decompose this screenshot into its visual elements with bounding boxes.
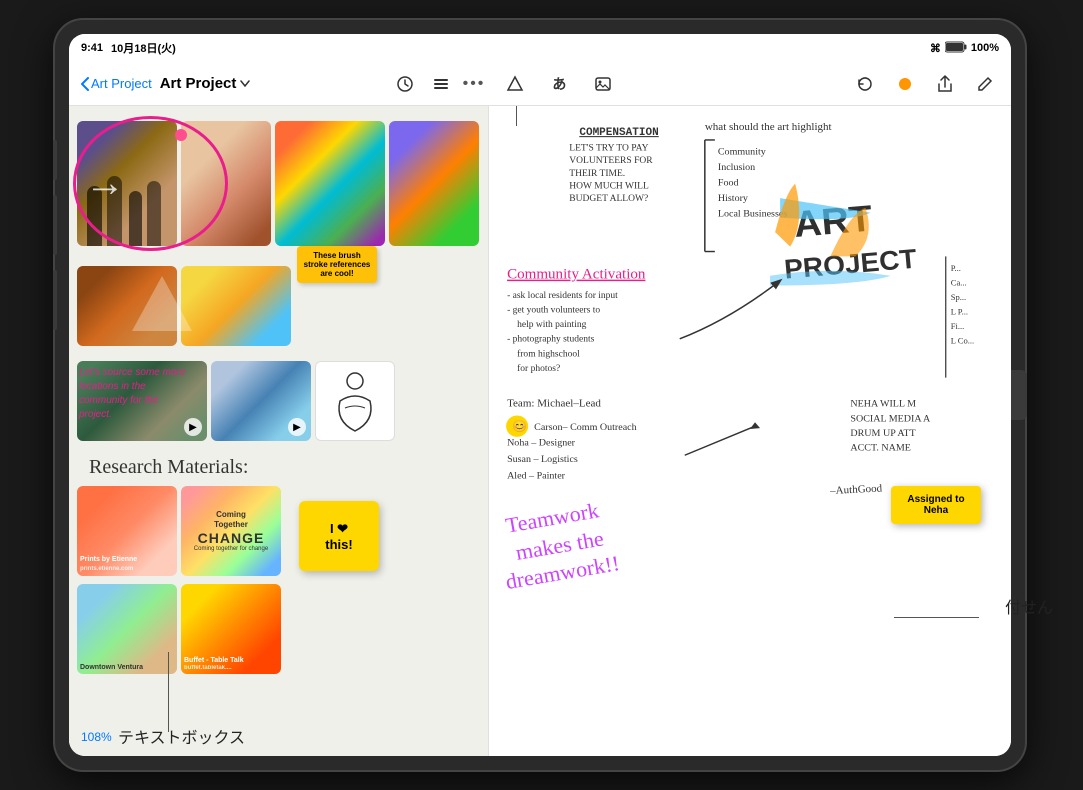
sticky-assigned: Assigned toNeha: [891, 486, 981, 524]
undo-icon[interactable]: [851, 70, 879, 98]
svg-text:😊: 😊: [512, 419, 527, 433]
ipad-screen: 9:41 10月18日(火) ⌘ 100% A: [69, 34, 1011, 756]
status-time: 9:41: [81, 42, 103, 54]
status-right: ⌘ 100%: [930, 41, 999, 56]
annotation-line-textbox: [168, 652, 169, 732]
svg-text:DRUM UP ATT: DRUM UP ATT: [850, 428, 915, 439]
img-geometric: [181, 266, 291, 346]
img-map: Downtown Ventura: [77, 584, 177, 674]
toolbar-center: ••• あ: [463, 70, 618, 98]
research-materials-label: Research Materials:: [89, 456, 248, 479]
status-date: 10月18日(火): [111, 40, 176, 56]
svg-text:Food: Food: [718, 178, 739, 189]
svg-text:Local Businesses: Local Businesses: [718, 209, 788, 220]
battery-percent: 100%: [971, 42, 999, 54]
annotation-sticky: 付せん: [1005, 594, 1053, 618]
svg-text:Community Activation: Community Activation: [507, 267, 646, 283]
svg-text:help with painting: help with painting: [517, 320, 587, 330]
svg-text:History: History: [718, 193, 748, 204]
home-button[interactable]: [1011, 370, 1027, 420]
svg-text:Community: Community: [718, 147, 766, 158]
img-sketch: [315, 361, 395, 441]
color-icon[interactable]: [891, 70, 919, 98]
text-icon[interactable]: あ: [545, 70, 573, 98]
svg-text:P...: P...: [951, 264, 961, 273]
svg-text:ART: ART: [792, 197, 874, 245]
svg-text:Susan – Logistics: Susan – Logistics: [507, 454, 578, 465]
svg-text:Ca...: Ca...: [951, 279, 967, 288]
svg-text:Team: Michael–Lead: Team: Michael–Lead: [507, 398, 601, 410]
annotation-textbox: テキストボックス: [118, 724, 245, 748]
canvas-area[interactable]: → These brush stroke references are cool: [69, 106, 1011, 756]
right-panel[interactable]: COMPENSATION LET'S TRY TO PAY VOLUNTEERS…: [489, 106, 1011, 756]
image-icon[interactable]: [589, 70, 617, 98]
svg-text:Noha – Designer: Noha – Designer: [507, 438, 576, 449]
svg-text:L P...: L P...: [951, 308, 968, 317]
svg-text:VOLUNTEERS FOR: VOLUNTEERS FOR: [569, 156, 653, 166]
annotation-icon[interactable]: [391, 70, 419, 98]
svg-text:NEHA WILL M: NEHA WILL M: [850, 399, 916, 410]
zoom-indicator: 108%: [81, 730, 112, 744]
svg-text:- photography students: - photography students: [507, 335, 595, 345]
red-annotation-text: Let's source some more locations in the …: [79, 366, 189, 422]
svg-text:–AuthGood: –AuthGood: [829, 483, 883, 497]
svg-text:SOCIAL MEDIA A: SOCIAL MEDIA A: [850, 413, 931, 424]
sticky-brush-references: These brush stroke references are cool!: [297, 246, 377, 283]
svg-text:Aled – Painter: Aled – Painter: [507, 471, 566, 482]
svg-text:dreamwork!!: dreamwork!!: [504, 551, 622, 594]
svg-text:Fi...: Fi...: [951, 322, 965, 331]
wifi-icon: ⌘: [930, 42, 941, 55]
annotation-line-sticky: [894, 617, 979, 618]
status-bar: 9:41 10月18日(火) ⌘ 100%: [69, 34, 1011, 62]
svg-text:Sp...: Sp...: [951, 293, 966, 302]
img-prints: Prints by Etienneprints.etienne.com: [77, 486, 177, 576]
status-left: 9:41 10月18日(火): [81, 40, 176, 56]
side-button-volume-up[interactable]: [53, 195, 57, 255]
left-panel: → These brush stroke references are cool: [69, 106, 489, 756]
img-architecture: ▶: [211, 361, 311, 441]
shapes-icon[interactable]: [501, 70, 529, 98]
svg-text:Teamwork: Teamwork: [504, 499, 601, 538]
toolbar-right: [625, 70, 999, 98]
svg-text:HOW MUCH WILL: HOW MUCH WILL: [569, 182, 649, 192]
svg-text:COMPENSATION: COMPENSATION: [579, 127, 658, 139]
svg-text:- ask local residents for inpu: - ask local residents for input: [507, 290, 618, 301]
svg-text:L Co...: L Co...: [951, 337, 974, 346]
share-icon[interactable]: [931, 70, 959, 98]
toolbar-left: Art Project Art Project: [81, 70, 455, 98]
ipad-frame: 9:41 10月18日(火) ⌘ 100% A: [55, 20, 1025, 770]
toolbar: Art Project Art Project •••: [69, 62, 1011, 106]
svg-text:LET'S TRY TO PAY: LET'S TRY TO PAY: [569, 144, 648, 154]
svg-text:PROJECT: PROJECT: [783, 243, 918, 285]
svg-text:makes the: makes the: [514, 527, 606, 565]
toolbar-dots: •••: [463, 75, 486, 93]
canvas-handwriting: COMPENSATION LET'S TRY TO PAY VOLUNTEERS…: [489, 106, 1011, 756]
back-button[interactable]: Art Project: [81, 76, 152, 91]
img-girl: [181, 121, 271, 246]
svg-text:ACCT. NAME: ACCT. NAME: [850, 443, 911, 454]
svg-text:what should the art highlight: what should the art highlight: [705, 121, 832, 133]
svg-text:Carson– Comm Outreach: Carson– Comm Outreach: [534, 422, 637, 433]
svg-text:THEIR TIME.: THEIR TIME.: [569, 169, 625, 179]
battery-level: [945, 41, 967, 56]
img-change-poster: ComingTogether CHANGE Coming together fo…: [181, 486, 281, 576]
svg-text:from highschool: from highschool: [517, 348, 580, 359]
back-label: Art Project: [91, 76, 152, 91]
edit-icon[interactable]: [971, 70, 999, 98]
svg-text:- get youth volunteers to: - get youth volunteers to: [507, 306, 600, 316]
sticky-love: I ❤this!: [299, 501, 379, 571]
svg-text:BUDGET ALLOW?: BUDGET ALLOW?: [569, 194, 648, 204]
img-graffiti: [275, 121, 385, 246]
project-title: Art Project: [160, 75, 251, 92]
img-food: Buffet - Table Talkbuffet.tabletak....: [181, 584, 281, 674]
side-button-top[interactable]: [53, 140, 57, 180]
list-icon[interactable]: [427, 70, 455, 98]
svg-text:for photos?: for photos?: [517, 363, 560, 374]
svg-text:Inclusion: Inclusion: [718, 162, 755, 173]
side-button-volume-down[interactable]: [53, 270, 57, 330]
img-arrows: →: [389, 121, 479, 246]
change-text: CHANGE: [198, 530, 265, 546]
